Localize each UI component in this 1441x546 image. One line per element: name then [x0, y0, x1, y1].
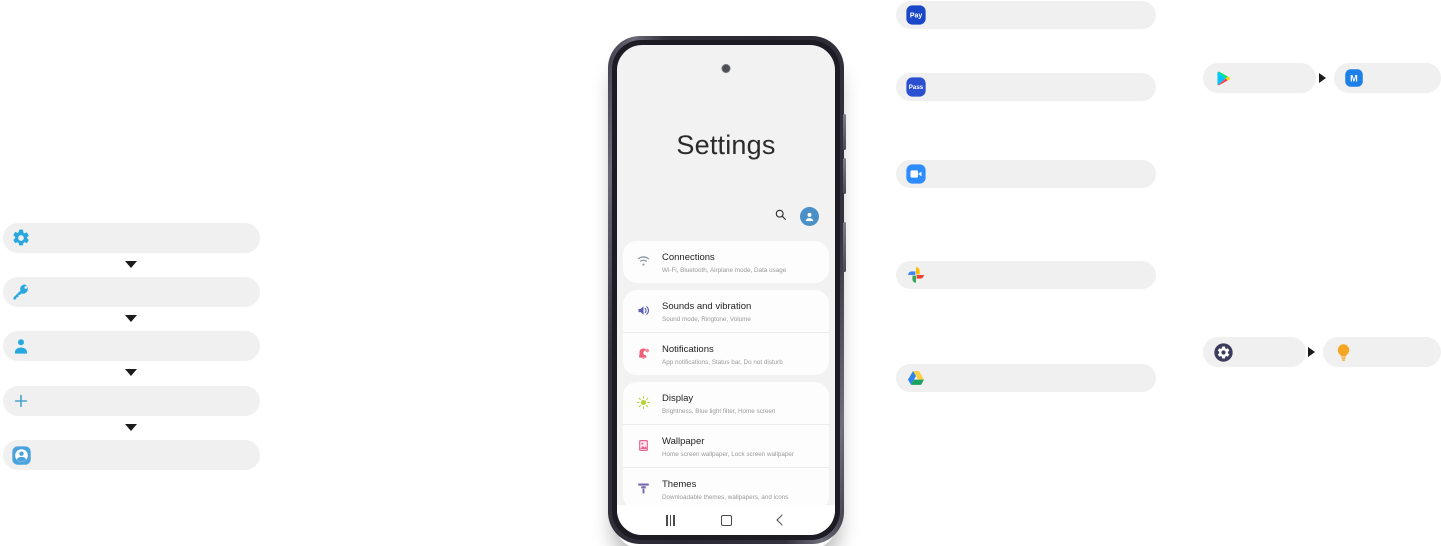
search-icon[interactable]	[774, 208, 787, 226]
plus-icon	[9, 389, 33, 413]
settings-row-title: Sounds and vibration	[662, 301, 752, 312]
chevron-down-icon-2	[125, 315, 137, 322]
lightbulb-icon	[1331, 340, 1355, 364]
brightness-icon	[632, 392, 654, 414]
right-item-members[interactable]: M	[1334, 63, 1441, 93]
middle-item-google-photos[interactable]	[896, 261, 1156, 289]
left-item-gear[interactable]	[3, 223, 260, 253]
google-drive-icon	[905, 367, 927, 389]
left-item-account[interactable]	[3, 440, 260, 470]
phone-frame: Settings Connections Wi-Fi, Bluetooth, A…	[608, 36, 846, 544]
settings-group: Display Brightness, Blue light filter, H…	[623, 382, 829, 510]
settings-row-subtitle: Downloadable themes, wallpapers, and ico…	[662, 494, 789, 501]
members-m-icon: M	[1342, 66, 1366, 90]
right-item-settings[interactable]	[1203, 337, 1306, 367]
settings-row-subtitle: Brightness, Blue light filter, Home scre…	[662, 408, 776, 415]
settings-row-title: Notifications	[662, 344, 714, 355]
account-circle-icon	[9, 443, 33, 467]
middle-item-zoom[interactable]	[896, 160, 1156, 188]
svg-text:Pass: Pass	[909, 84, 924, 91]
power-button[interactable]	[843, 222, 846, 272]
google-photos-icon	[905, 264, 927, 286]
right-item-google-play[interactable]	[1203, 63, 1316, 93]
settings-row-notifications[interactable]: Notifications App notifications, Status …	[623, 332, 829, 375]
settings-row-title: Display	[662, 393, 694, 404]
settings-row-subtitle: Wi-Fi, Bluetooth, Airplane mode, Data us…	[662, 267, 787, 274]
settings-row-themes[interactable]: Themes Downloadable themes, wallpapers, …	[623, 467, 829, 510]
settings-row-title: Connections	[662, 252, 715, 263]
android-nav-bar	[617, 505, 835, 535]
middle-item-google-pay[interactable]: Pay	[896, 1, 1156, 29]
middle-item-samsung-pass[interactable]: Pass	[896, 73, 1156, 101]
account-avatar-icon[interactable]	[800, 207, 819, 226]
settings-list[interactable]: Connections Wi-Fi, Bluetooth, Airplane m…	[617, 241, 835, 510]
punch-hole-camera	[721, 64, 731, 73]
settings-row-wallpaper[interactable]: Wallpaper Home screen wallpaper, Lock sc…	[623, 424, 829, 467]
settings-row-title: Wallpaper	[662, 436, 705, 447]
notifications-icon	[632, 343, 654, 365]
themes-icon	[632, 478, 654, 500]
person-icon	[9, 334, 33, 358]
samsung-pass-icon: Pass	[905, 76, 927, 98]
volume-down-button[interactable]	[843, 158, 846, 194]
svg-text:M: M	[1350, 73, 1358, 83]
settings-group: Connections Wi-Fi, Bluetooth, Airplane m…	[623, 241, 829, 283]
middle-item-google-drive[interactable]	[896, 364, 1156, 392]
phone-screen: Settings Connections Wi-Fi, Bluetooth, A…	[617, 45, 835, 535]
left-item-key[interactable]	[3, 277, 260, 307]
arrow-right-icon-2	[1308, 347, 1315, 357]
google-play-icon	[1211, 66, 1235, 90]
settings-row-connections[interactable]: Connections Wi-Fi, Bluetooth, Airplane m…	[623, 241, 829, 283]
settings-gear-icon	[1211, 340, 1235, 364]
android-phone-mockup: Settings Connections Wi-Fi, Bluetooth, A…	[608, 36, 846, 546]
back-icon[interactable]	[776, 514, 788, 526]
wallpaper-icon	[632, 435, 654, 457]
gear-icon	[9, 226, 33, 250]
svg-text:Pay: Pay	[910, 12, 923, 19]
recents-icon[interactable]	[666, 514, 675, 526]
google-pay-icon: Pay	[905, 4, 927, 26]
settings-row-subtitle: Sound mode, Ringtone, Volume	[662, 316, 751, 323]
page-title: Settings	[676, 130, 776, 160]
settings-row-sounds-and-vibration[interactable]: Sounds and vibration Sound mode, Rington…	[623, 290, 829, 332]
right-item-tips[interactable]	[1323, 337, 1441, 367]
chevron-down-icon-3	[125, 369, 137, 376]
wifi-icon	[632, 251, 654, 273]
volume-up-button[interactable]	[843, 114, 846, 150]
settings-header-actions	[774, 207, 819, 226]
screenshot-canvas: Settings Connections Wi-Fi, Bluetooth, A…	[0, 0, 1441, 546]
settings-row-title: Themes	[662, 479, 697, 490]
settings-row-display[interactable]: Display Brightness, Blue light filter, H…	[623, 382, 829, 424]
left-item-add[interactable]	[3, 386, 260, 416]
chevron-down-icon-4	[125, 424, 137, 431]
key-icon	[9, 280, 33, 304]
arrow-right-icon-1	[1319, 73, 1326, 83]
volume-icon	[632, 300, 654, 322]
settings-row-subtitle: App notifications, Status bar, Do not di…	[662, 359, 783, 366]
left-item-person[interactable]	[3, 331, 260, 361]
settings-row-subtitle: Home screen wallpaper, Lock screen wallp…	[662, 451, 794, 458]
chevron-down-icon-1	[125, 261, 137, 268]
zoom-icon	[905, 163, 927, 185]
home-icon[interactable]	[720, 514, 732, 526]
settings-group: Sounds and vibration Sound mode, Rington…	[623, 290, 829, 375]
